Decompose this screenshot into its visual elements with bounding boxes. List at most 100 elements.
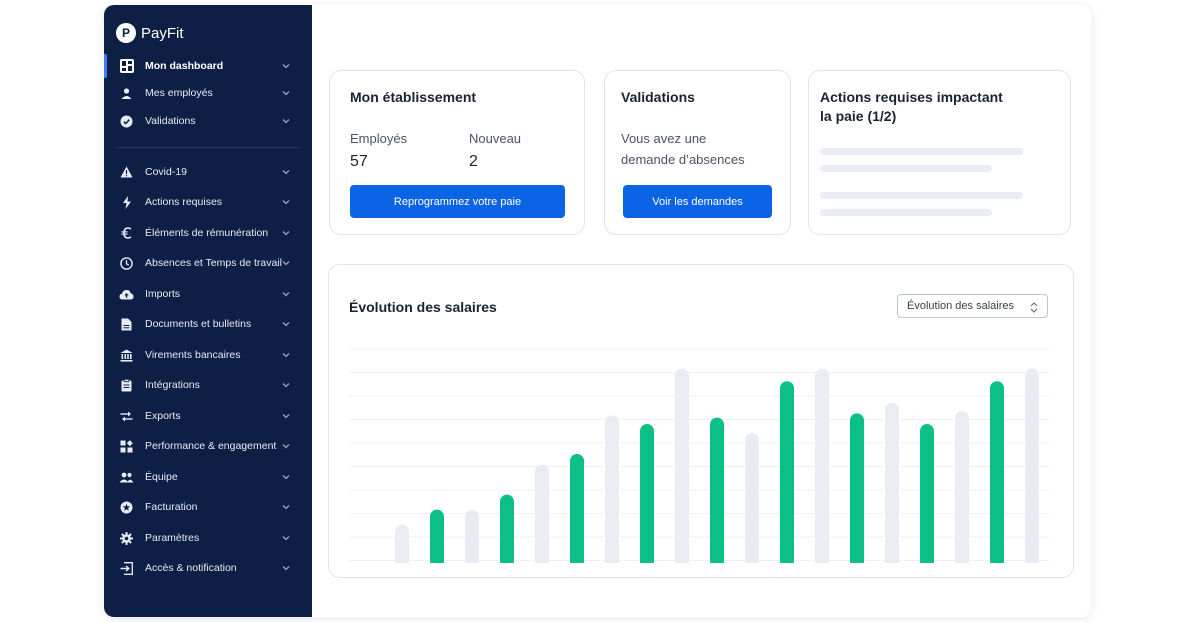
- chevron-down-icon[interactable]: [280, 288, 292, 300]
- employes-label: Employés: [350, 131, 408, 146]
- sidebar-item[interactable]: Validations: [104, 108, 312, 134]
- chevron-down-icon[interactable]: [280, 87, 292, 99]
- swap-icon: [119, 409, 134, 424]
- chart-bar: [815, 368, 829, 563]
- sidebar-item[interactable]: Facturation: [104, 494, 312, 520]
- dashboard-icon: [119, 59, 134, 74]
- chart-bar: [605, 415, 619, 563]
- chevron-down-icon[interactable]: [280, 532, 292, 544]
- chart-bar: [500, 494, 514, 563]
- sidebar-item[interactable]: Imports: [104, 281, 312, 307]
- chevron-down-icon[interactable]: [280, 196, 292, 208]
- sidebar-item[interactable]: Documents et bulletins: [104, 311, 312, 337]
- chart-bar: [570, 454, 584, 563]
- chart-bar: [465, 509, 479, 563]
- actions-title-line2: la paie (1/2): [820, 108, 897, 124]
- clipboard-icon: [119, 378, 134, 393]
- sidebar-item[interactable]: Intégrations: [104, 372, 312, 398]
- chart-bar: [430, 509, 444, 563]
- skeleton-line: [820, 192, 1023, 199]
- sidebar-item[interactable]: Équipe: [104, 464, 312, 490]
- sidebar-item[interactable]: Mon dashboard: [104, 53, 312, 79]
- voir-demandes-button[interactable]: Voir les demandes: [623, 185, 772, 218]
- chevron-down-icon[interactable]: [280, 227, 292, 239]
- sidebar-item-label: Validations: [145, 115, 196, 127]
- chart-bar: [640, 424, 654, 563]
- sidebar-item-label: Facturation: [145, 501, 198, 513]
- sidebar-item-label: Absences et Temps de travail: [145, 257, 282, 269]
- chevron-down-icon[interactable]: [280, 562, 292, 574]
- bolt-icon: [119, 195, 134, 210]
- chevron-down-icon[interactable]: [280, 471, 292, 483]
- chart-bar: [710, 417, 724, 563]
- employes-value: 57: [350, 153, 368, 170]
- sidebar: P PayFit Mon dashboard Mes employés Valida…: [104, 5, 312, 617]
- chevron-down-icon[interactable]: [280, 318, 292, 330]
- chevron-down-icon[interactable]: [280, 60, 292, 72]
- chart-bar: [920, 424, 934, 563]
- bank-icon: [119, 348, 134, 363]
- salaires-chart: [349, 348, 1049, 563]
- chevron-down-icon[interactable]: [280, 379, 292, 391]
- chevron-down-icon[interactable]: [280, 115, 292, 127]
- sidebar-item-label: Imports: [145, 288, 181, 300]
- sidebar-item[interactable]: Mes employés: [104, 80, 312, 106]
- sidebar-item[interactable]: Performance & engagement: [104, 433, 312, 459]
- sidebar-item-label: Mes employés: [145, 87, 213, 99]
- chevron-down-icon[interactable]: [280, 166, 292, 178]
- check-circle-icon: [119, 114, 134, 129]
- chevron-down-icon[interactable]: [280, 501, 292, 513]
- sidebar-item[interactable]: Covid-19: [104, 159, 312, 185]
- actions-title-line1: Actions requises impactant: [820, 89, 1003, 105]
- sidebar-item-label: Performance & engagement: [145, 440, 277, 452]
- etablissement-title: Mon établissement: [350, 89, 477, 105]
- sidebar-item[interactable]: Absences et Temps de travail: [104, 250, 312, 276]
- salaires-select[interactable]: Évolution des salaires: [897, 294, 1048, 318]
- chart-bar: [990, 381, 1004, 563]
- sidebar-item-label: Exports: [145, 410, 181, 422]
- gear-icon: [119, 531, 134, 546]
- actions-card: Actions requises impactant la paie (1/2): [808, 70, 1071, 235]
- validations-text-line2: demande d’absences: [621, 152, 745, 167]
- salaires-select-value: Évolution des salaires: [907, 300, 1015, 312]
- sidebar-item-label: Mon dashboard: [145, 60, 224, 72]
- chart-bar: [395, 524, 409, 563]
- chevron-down-icon[interactable]: [280, 440, 292, 452]
- sidebar-item[interactable]: Paramètres: [104, 525, 312, 551]
- nouveau-label: Nouveau: [469, 131, 522, 146]
- sidebar-item-label: Accès & notification: [145, 562, 237, 574]
- brand-name: PayFit: [141, 24, 184, 42]
- sidebar-item[interactable]: Éléments de rémunération: [104, 220, 312, 246]
- sidebar-item[interactable]: Exports: [104, 403, 312, 429]
- sidebar-item-label: Covid-19: [145, 166, 188, 178]
- cloud-upload-icon: [119, 287, 134, 302]
- chart-bar: [850, 413, 864, 563]
- person-icon: [119, 86, 134, 101]
- sidebar-item-label: Virements bancaires: [145, 349, 241, 361]
- chevron-down-icon[interactable]: [280, 349, 292, 361]
- chart-bar: [885, 402, 899, 563]
- skeleton-line: [820, 209, 992, 216]
- sidebar-item-label: Équipe: [145, 471, 178, 483]
- sidebar-item[interactable]: Virements bancaires: [104, 342, 312, 368]
- sidebar-item[interactable]: Accès & notification: [104, 555, 312, 581]
- login-icon: [119, 561, 134, 576]
- validations-text-line1: Vous avez une: [621, 131, 707, 146]
- etablissement-card: Mon établissement Employés 57 Nouveau 2 …: [329, 70, 585, 235]
- chart-bar: [780, 381, 794, 563]
- payfit-logo[interactable]: P PayFit: [116, 23, 184, 43]
- sidebar-item-label: Paramètres: [145, 532, 200, 544]
- euro-icon: [119, 226, 134, 241]
- app-window: P PayFit Mon dashboard Mes employés Valida…: [104, 5, 1091, 617]
- reprogrammez-paie-button[interactable]: Reprogrammez votre paie: [350, 185, 565, 218]
- clock-icon: [119, 256, 134, 271]
- payfit-logo-icon: P: [116, 23, 136, 43]
- widgets-icon: [119, 439, 134, 454]
- chevron-down-icon[interactable]: [280, 410, 292, 422]
- salaires-title: Évolution des salaires: [349, 299, 497, 315]
- select-arrows-icon: [1030, 302, 1038, 313]
- chart-bar: [675, 368, 689, 563]
- chevron-down-icon[interactable]: [280, 257, 292, 269]
- document-icon: [119, 317, 134, 332]
- sidebar-item[interactable]: Actions requises: [104, 189, 312, 215]
